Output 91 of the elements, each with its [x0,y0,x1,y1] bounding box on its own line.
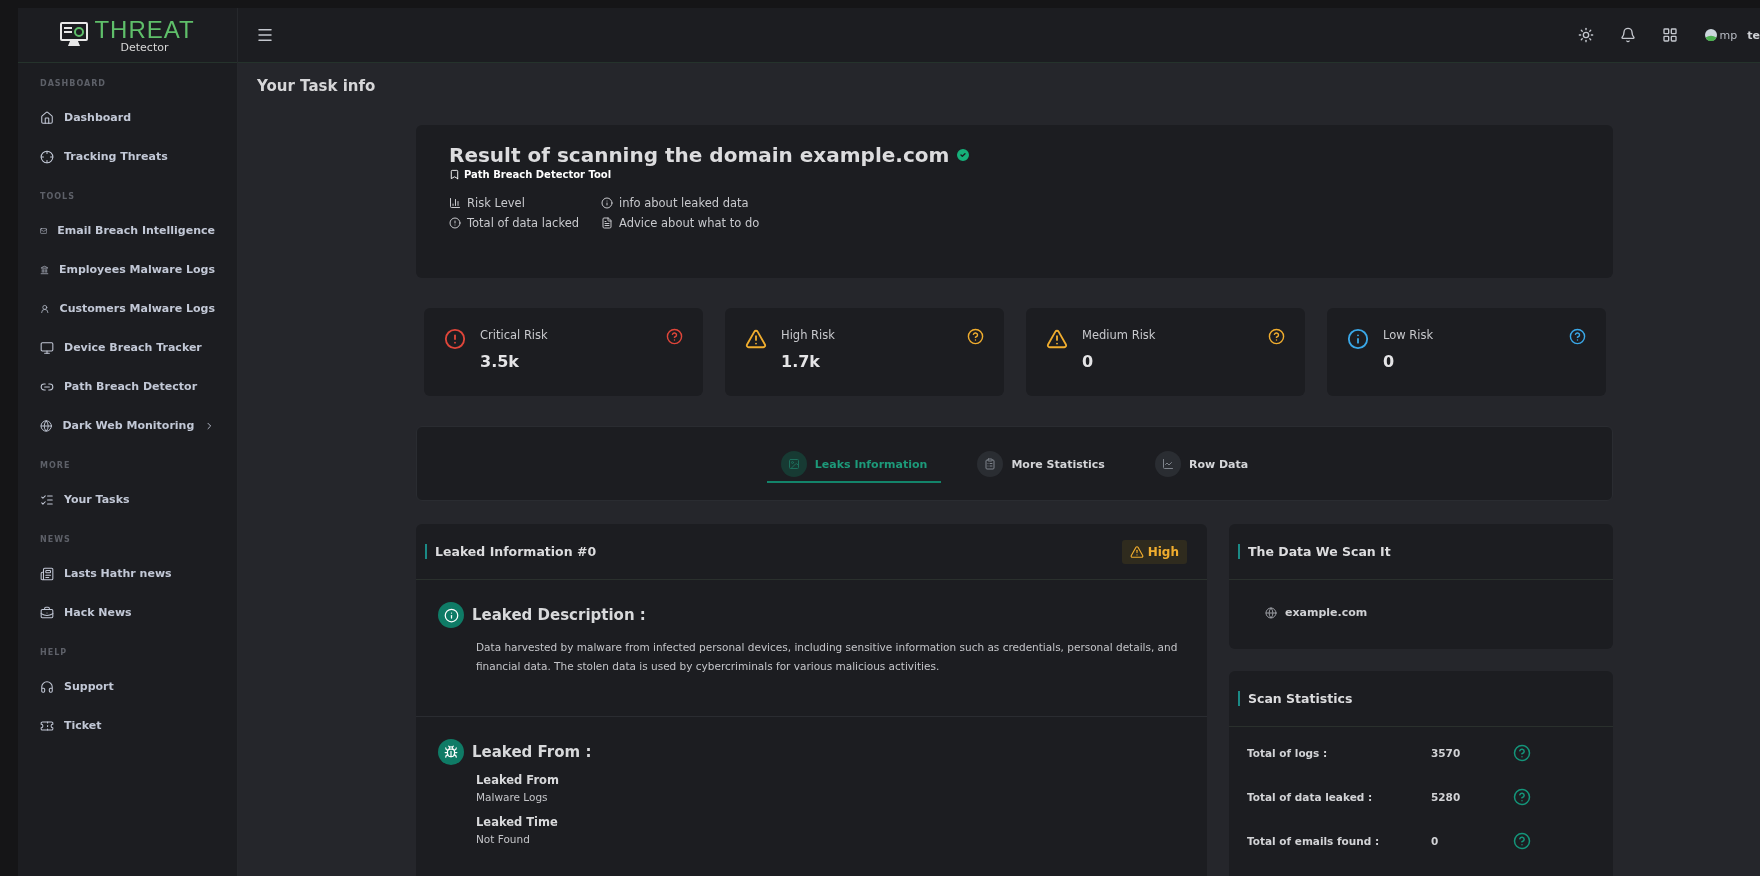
sidebar-section-heading: HELP [39,647,69,659]
field-value: Not Found [476,833,531,845]
line-chart-icon [1154,451,1181,477]
sidebar-section-heading: TOOLS [39,191,76,203]
risk-label: Critical Risk [480,328,549,342]
info-icon [438,602,464,628]
apps-grid-button[interactable] [1661,27,1678,43]
sidebar-item[interactable]: Dashboard [18,98,237,137]
sidebar-item[interactable]: Dark Web Monitoring [18,406,237,445]
ticket-icon [40,718,54,733]
briefcase-icon [40,605,54,620]
house-icon [40,110,54,125]
sidebar-item[interactable]: Customers Malware Logs [18,289,237,328]
legend-icon [601,217,613,229]
stat-label: Total of data leaked : [1247,791,1374,803]
section-heading: Leaked Description : [472,606,646,624]
legend-label: Risk Level [467,196,525,210]
leak-description: Data harvested by malware from infected personal devices, including sensitive information such as credentials, personal details, and financial data. The stolen data is used by cybercriminals for various malicious activities. [476,640,1179,674]
panel-title: Scan Statistics [1238,691,1353,706]
risk-value: 3.5k [480,352,520,371]
sidebar-section-heading: MORE [39,460,72,472]
avatar-alt-text: mp [1719,28,1738,42]
result-title: Result of scanning the domain example.com [449,143,950,167]
bookmark-icon [449,169,460,180]
user-name[interactable]: te [1747,28,1760,42]
help-icon[interactable] [1513,832,1531,850]
help-icon[interactable] [1569,328,1586,345]
stat-value: 3570 [1431,747,1462,759]
theme-sun-button[interactable] [1577,27,1594,43]
tool-name: Path Breach Detector Tool [464,169,612,180]
section-heading: Leaked From : [472,743,592,761]
panel-title: The Data We Scan It [1238,544,1391,559]
computer-logo-icon [60,22,91,48]
legend-icon [449,197,461,209]
sidebar-item[interactable]: Device Breach Tracker [18,328,237,367]
globe-icon [40,418,53,433]
legend-label: Total of data lacked [467,216,579,230]
image-icon [780,451,807,477]
sidebar-item[interactable]: Tracking Threats [18,137,237,176]
legend-label: info about leaked data [619,196,749,210]
help-icon[interactable] [1268,328,1285,345]
broken-image-icon [1703,28,1718,42]
help-icon[interactable] [1513,788,1531,806]
legend-icon [449,217,461,229]
target-icon [40,149,54,164]
notifications-button[interactable] [1619,27,1636,43]
risk-value: 0 [1082,352,1095,371]
legend-icon [601,197,613,209]
help-icon[interactable] [666,328,683,345]
risk-value: 0 [1383,352,1396,371]
risk-label: High Risk [781,328,836,342]
checklist-icon [40,492,54,507]
panel-title: Leaked Information #0 [425,544,597,559]
stat-value: 5280 [1431,791,1462,803]
scanned-domain: example.com [1285,606,1368,619]
legend-label: Advice about what to do [619,216,760,230]
help-icon[interactable] [1513,744,1531,762]
sidebar-section-heading: DASHBOARD [39,78,107,90]
stat-value: 0 [1431,835,1440,847]
logo-title: THREAT [94,17,195,42]
risk-value: 1.7k [781,352,821,371]
page-title: Your Task info [257,77,377,95]
sidebar-section-heading: NEWS [39,534,72,546]
sidebar-item[interactable]: Hack News [18,593,237,632]
sidebar-item[interactable]: Ticket [18,706,237,745]
sidebar-item[interactable]: Lasts Hathr news [18,554,237,593]
headset-icon [40,679,54,694]
tab[interactable]: Leaks Information [766,447,942,483]
newspaper-icon [40,566,54,581]
logo-subtitle: Detector [120,41,169,53]
field-label: Leaked From [476,773,560,787]
sidebar-item[interactable]: Path Breach Detector [18,367,237,406]
menu-button[interactable] [256,26,274,44]
tab[interactable]: Row Data [1140,447,1263,483]
sidebar-item[interactable]: Email Breach Intelligence [18,211,237,250]
field-value: Malware Logs [476,791,549,803]
stat-label: Total of logs : [1247,747,1329,759]
help-icon[interactable] [967,328,984,345]
sidebar-item[interactable]: Support [18,667,237,706]
clipboard-icon [977,451,1004,477]
tab[interactable]: More Statistics [963,447,1119,483]
field-label: Leaked Time [476,815,559,829]
globe-icon [1265,606,1277,619]
monitor-icon [40,340,54,355]
sidebar-item[interactable]: Employees Malware Logs [18,250,237,289]
sidebar-item[interactable]: Your Tasks [18,480,237,519]
stat-label: Total of emails found : [1247,835,1381,847]
bug-icon [438,739,464,765]
risk-label: Low Risk [1383,328,1435,342]
risk-label: Medium Risk [1082,328,1157,342]
risk-badge: High [1121,539,1187,564]
